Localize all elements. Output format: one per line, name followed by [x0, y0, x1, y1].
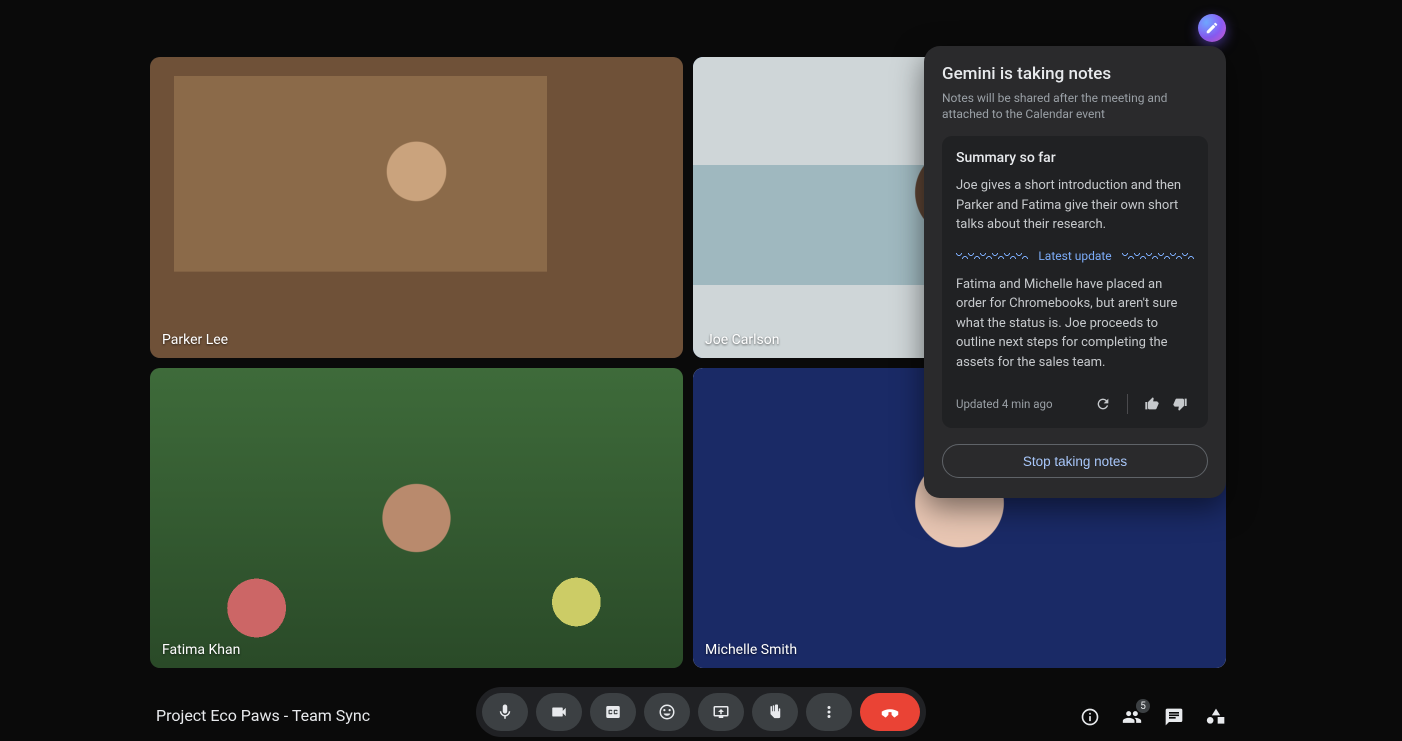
call-end-icon	[879, 701, 901, 723]
gemini-fab-button[interactable]	[1198, 14, 1226, 42]
thumbs-down-button[interactable]	[1166, 390, 1194, 418]
stop-taking-notes-button[interactable]: Stop taking notes	[942, 444, 1208, 478]
participant-tile-fatima[interactable]: Fatima Khan	[150, 368, 683, 669]
participant-tile-parker[interactable]: Parker Lee	[150, 57, 683, 358]
divider-label: Latest update	[1038, 249, 1111, 263]
panel-subtitle: Notes will be shared after the meeting a…	[942, 90, 1208, 122]
pencil-sparkle-icon	[1205, 21, 1219, 35]
camera-button[interactable]	[536, 693, 582, 731]
hand-icon	[766, 703, 784, 721]
people-button[interactable]: 5	[1122, 707, 1142, 727]
more-options-button[interactable]	[806, 693, 852, 731]
right-bar: 5	[1080, 707, 1226, 727]
more-vert-icon	[820, 703, 838, 721]
summary-card: Summary so far Joe gives a short introdu…	[942, 136, 1208, 428]
activities-button[interactable]	[1206, 707, 1226, 727]
participant-name: Fatima Khan	[162, 642, 240, 658]
thumbs-up-icon	[1144, 396, 1160, 412]
gemini-notes-panel: Gemini is taking notes Notes will be sha…	[924, 46, 1226, 498]
participant-name: Joe Carlson	[705, 332, 779, 348]
wave-line-icon	[956, 253, 1028, 259]
participant-name: Michelle Smith	[705, 642, 797, 658]
panel-title: Gemini is taking notes	[942, 64, 1208, 84]
summary-heading: Summary so far	[956, 150, 1194, 166]
summary-timestamp: Updated 4 min ago	[956, 397, 1089, 411]
thumbs-up-button[interactable]	[1138, 390, 1166, 418]
videocam-icon	[550, 703, 568, 721]
present-screen-icon	[712, 703, 730, 721]
latest-update-text: Fatima and Michelle have placed an order…	[956, 275, 1194, 373]
microphone-icon	[496, 703, 514, 721]
info-icon	[1080, 707, 1100, 727]
thumbs-down-icon	[1172, 396, 1188, 412]
video-placeholder	[150, 57, 683, 358]
captions-button[interactable]	[590, 693, 636, 731]
reactions-button[interactable]	[644, 693, 690, 731]
chat-button[interactable]	[1164, 707, 1184, 727]
call-controls	[476, 687, 926, 737]
meeting-title: Project Eco Paws - Team Sync	[156, 706, 370, 725]
present-button[interactable]	[698, 693, 744, 731]
end-call-button[interactable]	[860, 693, 920, 731]
mic-button[interactable]	[482, 693, 528, 731]
refresh-icon	[1095, 396, 1111, 412]
separator	[1127, 394, 1128, 414]
refresh-button[interactable]	[1089, 390, 1117, 418]
wave-line-icon	[1122, 253, 1194, 259]
closed-caption-icon	[604, 703, 622, 721]
people-count-badge: 5	[1136, 699, 1150, 713]
emoji-icon	[658, 703, 676, 721]
chat-icon	[1164, 707, 1184, 727]
latest-update-divider: Latest update	[956, 249, 1194, 263]
video-placeholder	[150, 368, 683, 669]
summary-text: Joe gives a short introduction and then …	[956, 176, 1194, 235]
shapes-icon	[1206, 707, 1226, 727]
raise-hand-button[interactable]	[752, 693, 798, 731]
meeting-info-button[interactable]	[1080, 707, 1100, 727]
participant-name: Parker Lee	[162, 332, 228, 348]
